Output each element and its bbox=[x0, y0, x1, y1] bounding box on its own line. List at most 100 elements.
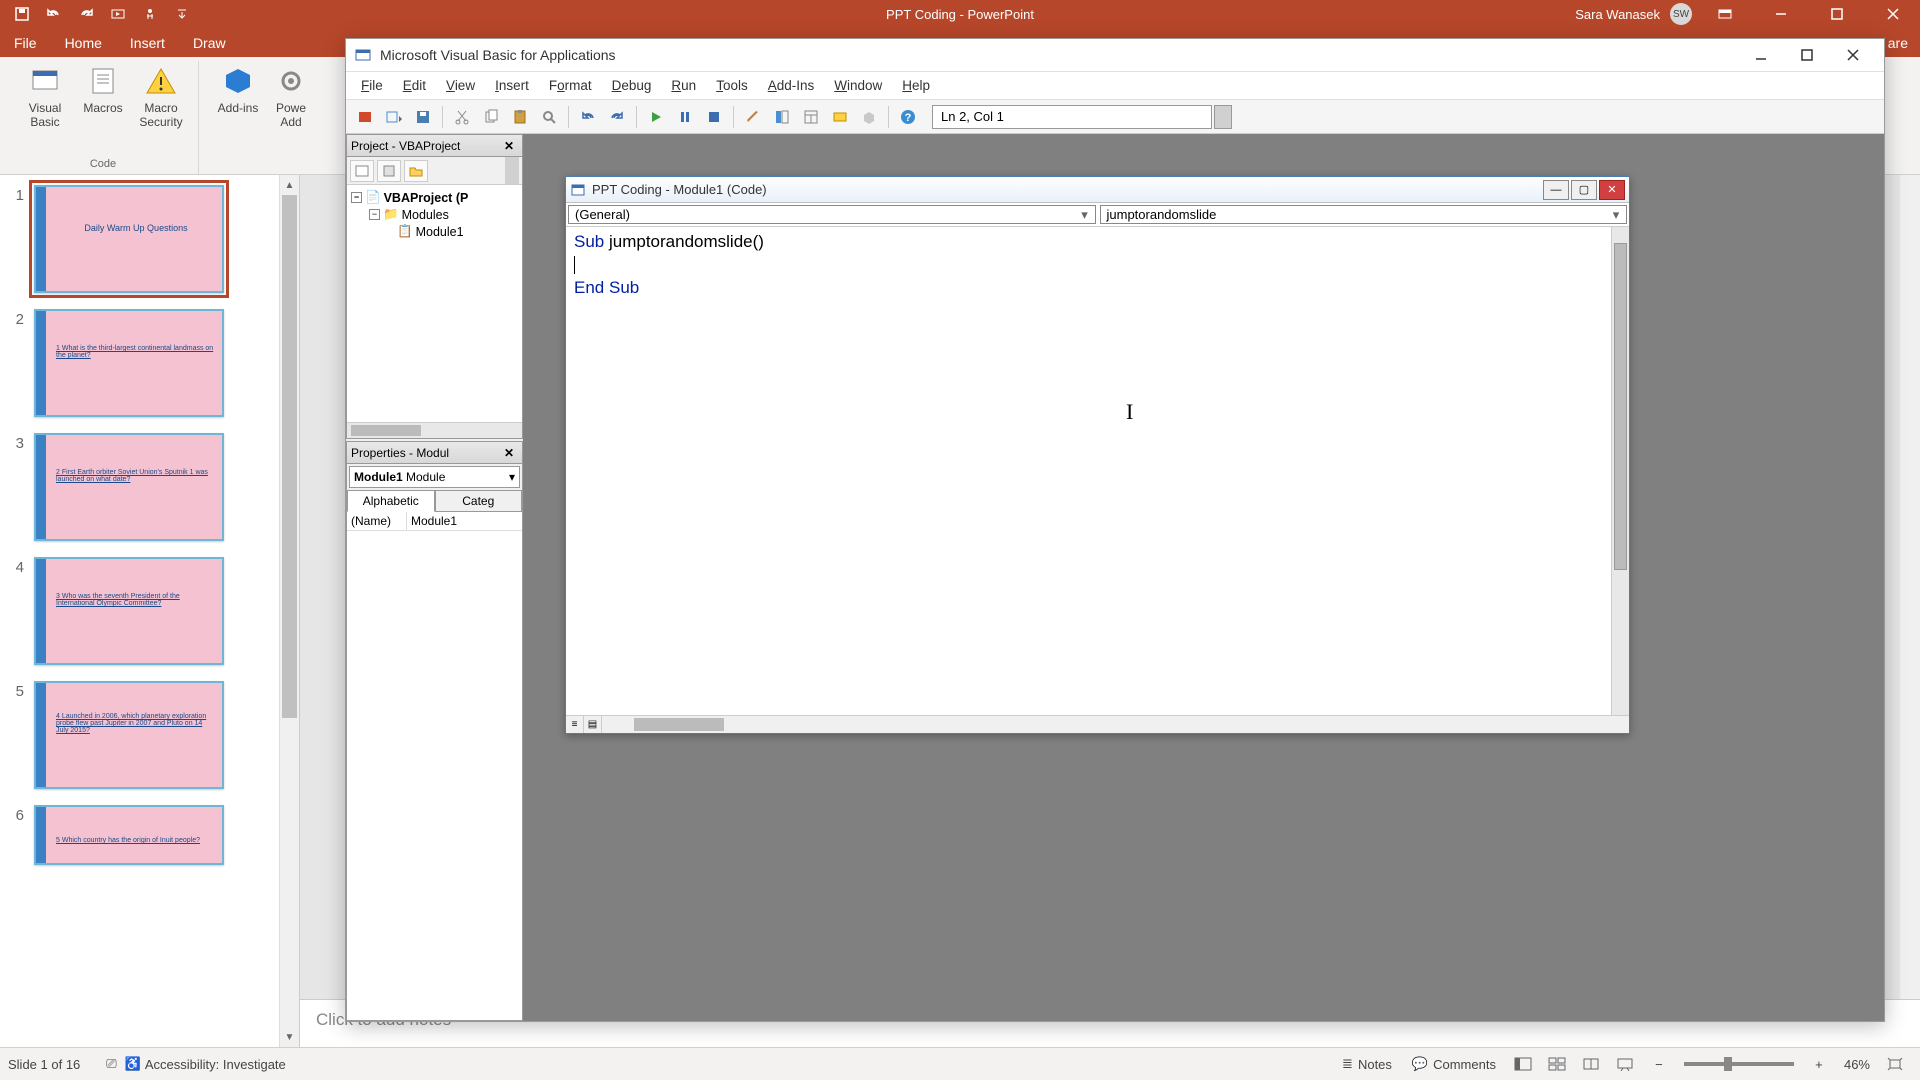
slide-thumbnail[interactable]: 3 2 First Earth orbiter Soviet Union's S… bbox=[8, 433, 271, 541]
comments-button[interactable]: 💬Comments bbox=[1402, 1056, 1506, 1072]
vba-minimize-button[interactable] bbox=[1738, 39, 1784, 71]
prop-name-value[interactable]: Module1 bbox=[407, 512, 522, 530]
tab-draw[interactable]: Draw bbox=[179, 28, 240, 57]
visual-basic-button[interactable]: Visual Basic bbox=[18, 65, 72, 129]
tree-collapse-icon[interactable]: − bbox=[369, 209, 380, 220]
status-dropdown-icon[interactable] bbox=[1214, 105, 1232, 129]
toggle-folders-icon[interactable] bbox=[404, 160, 428, 182]
tab-insert[interactable]: Insert bbox=[116, 28, 179, 57]
modules-folder[interactable]: Modules bbox=[402, 208, 449, 222]
vba-menu-help[interactable]: Help bbox=[893, 75, 939, 96]
language-icon[interactable]: ⎚ bbox=[98, 1056, 124, 1072]
minimize-button[interactable] bbox=[1758, 0, 1804, 28]
tab-categorized[interactable]: Categ bbox=[435, 490, 523, 512]
macro-security-button[interactable]: Macro Security bbox=[134, 65, 188, 129]
code-minimize-button[interactable]: — bbox=[1543, 180, 1569, 200]
close-button[interactable] bbox=[1870, 0, 1916, 28]
slide-thumbnail[interactable]: 2 1 What is the third-largest continenta… bbox=[8, 309, 271, 417]
slide-thumbnail[interactable]: 1 Daily Warm Up Questions bbox=[8, 185, 271, 293]
procedure-selector[interactable]: jumptorandomslide ▾ bbox=[1100, 205, 1628, 224]
vba-close-button[interactable] bbox=[1830, 39, 1876, 71]
accessibility-status[interactable]: Accessibility: Investigate bbox=[145, 1057, 286, 1072]
code-vscrollbar[interactable] bbox=[1611, 227, 1629, 715]
object-selector[interactable]: (General) ▾ bbox=[568, 205, 1096, 224]
insert-dropdown-icon[interactable] bbox=[381, 104, 407, 130]
reset-icon[interactable] bbox=[701, 104, 727, 130]
save-icon[interactable] bbox=[8, 2, 36, 26]
module1-node[interactable]: Module1 bbox=[416, 225, 464, 239]
zoom-in-button[interactable]: + bbox=[1802, 1052, 1836, 1076]
code-close-button[interactable]: ✕ bbox=[1599, 180, 1625, 200]
zoom-slider[interactable] bbox=[1684, 1062, 1794, 1066]
thumbnails-scrollbar[interactable]: ▲ ▼ bbox=[279, 175, 299, 1047]
touch-mode-icon[interactable] bbox=[136, 2, 164, 26]
redo-icon[interactable] bbox=[72, 2, 100, 26]
start-from-beginning-icon[interactable] bbox=[104, 2, 132, 26]
zoom-level[interactable]: 46% bbox=[1836, 1057, 1878, 1072]
notes-button[interactable]: ≣Notes bbox=[1332, 1056, 1402, 1072]
code-editor[interactable]: Sub jumptorandomslide() End Sub I bbox=[566, 227, 1611, 715]
project-hscroll[interactable] bbox=[347, 422, 522, 438]
slide-sorter-button[interactable] bbox=[1540, 1052, 1574, 1076]
vba-title-bar[interactable]: Microsoft Visual Basic for Applications bbox=[346, 39, 1884, 72]
design-mode-icon[interactable] bbox=[740, 104, 766, 130]
procedure-view-button[interactable]: ≡ bbox=[566, 716, 584, 733]
main-scrollbar[interactable] bbox=[1900, 175, 1920, 999]
cut-icon[interactable] bbox=[449, 104, 475, 130]
normal-view-button[interactable] bbox=[1506, 1052, 1540, 1076]
vba-menu-edit[interactable]: Edit bbox=[394, 75, 435, 96]
tab-home[interactable]: Home bbox=[51, 28, 116, 57]
code-hscrollbar[interactable] bbox=[602, 716, 1629, 733]
tab-file[interactable]: File bbox=[0, 28, 51, 57]
scroll-down-icon[interactable]: ▼ bbox=[280, 1027, 299, 1047]
break-icon[interactable] bbox=[672, 104, 698, 130]
fit-to-window-button[interactable] bbox=[1878, 1052, 1912, 1076]
vba-menu-window[interactable]: Window bbox=[825, 75, 891, 96]
vba-menu-file[interactable]: File bbox=[352, 75, 392, 96]
slide-thumbnail[interactable]: 5 4 Launched in 2006, which planetary ex… bbox=[8, 681, 271, 789]
full-module-view-button[interactable]: ▤ bbox=[584, 716, 602, 733]
user-avatar[interactable]: SW bbox=[1670, 3, 1692, 25]
object-browser-icon[interactable] bbox=[827, 104, 853, 130]
properties-panel-close[interactable]: ✕ bbox=[500, 444, 518, 462]
customize-qat-icon[interactable] bbox=[168, 2, 196, 26]
undo-icon[interactable] bbox=[575, 104, 601, 130]
redo-icon[interactable] bbox=[604, 104, 630, 130]
run-icon[interactable] bbox=[643, 104, 669, 130]
view-object-icon[interactable] bbox=[377, 160, 401, 182]
properties-window-icon[interactable] bbox=[798, 104, 824, 130]
zoom-out-button[interactable]: − bbox=[1642, 1052, 1676, 1076]
code-window-title-bar[interactable]: PPT Coding - Module1 (Code) — ▢ ✕ bbox=[566, 177, 1629, 203]
vba-menu-insert[interactable]: Insert bbox=[486, 75, 538, 96]
undo-icon[interactable] bbox=[40, 2, 68, 26]
paste-icon[interactable] bbox=[507, 104, 533, 130]
properties-object-selector[interactable]: Module1 Module ▾ bbox=[349, 466, 520, 488]
scroll-up-icon[interactable]: ▲ bbox=[280, 175, 299, 195]
macros-button[interactable]: Macros bbox=[76, 65, 130, 115]
vba-menu-debug[interactable]: Debug bbox=[603, 75, 661, 96]
project-panel-close[interactable]: ✕ bbox=[500, 137, 518, 155]
scrollbar-thumb[interactable] bbox=[282, 195, 297, 718]
vba-menu-addins[interactable]: Add-Ins bbox=[759, 75, 824, 96]
slide-thumbnail[interactable]: 4 3 Who was the seventh President of the… bbox=[8, 557, 271, 665]
project-explorer-icon[interactable] bbox=[769, 104, 795, 130]
slide-thumbnail[interactable]: 6 5 Which country has the origin of Inui… bbox=[8, 805, 271, 865]
help-icon[interactable]: ? bbox=[895, 104, 921, 130]
vba-menu-tools[interactable]: Tools bbox=[707, 75, 757, 96]
save-icon[interactable] bbox=[410, 104, 436, 130]
project-root[interactable]: VBAProject (P bbox=[384, 191, 469, 205]
maximize-button[interactable] bbox=[1814, 0, 1860, 28]
reading-view-button[interactable] bbox=[1574, 1052, 1608, 1076]
powerpoint-addins-button[interactable]: Powe Add bbox=[269, 65, 313, 129]
view-code-icon[interactable] bbox=[350, 160, 374, 182]
ribbon-display-icon[interactable] bbox=[1702, 0, 1748, 28]
tab-alphabetic[interactable]: Alphabetic bbox=[347, 490, 435, 512]
tree-collapse-icon[interactable]: − bbox=[351, 192, 362, 203]
view-powerpoint-icon[interactable] bbox=[352, 104, 378, 130]
project-tree[interactable]: − 📄 VBAProject (P − 📁 Modules 📋 Module1 bbox=[347, 185, 522, 422]
toolbox-icon[interactable] bbox=[856, 104, 882, 130]
copy-icon[interactable] bbox=[478, 104, 504, 130]
code-maximize-button[interactable]: ▢ bbox=[1571, 180, 1597, 200]
properties-grid[interactable]: (Name) Module1 bbox=[347, 512, 522, 1020]
addins-button[interactable]: Add-ins bbox=[211, 65, 265, 115]
